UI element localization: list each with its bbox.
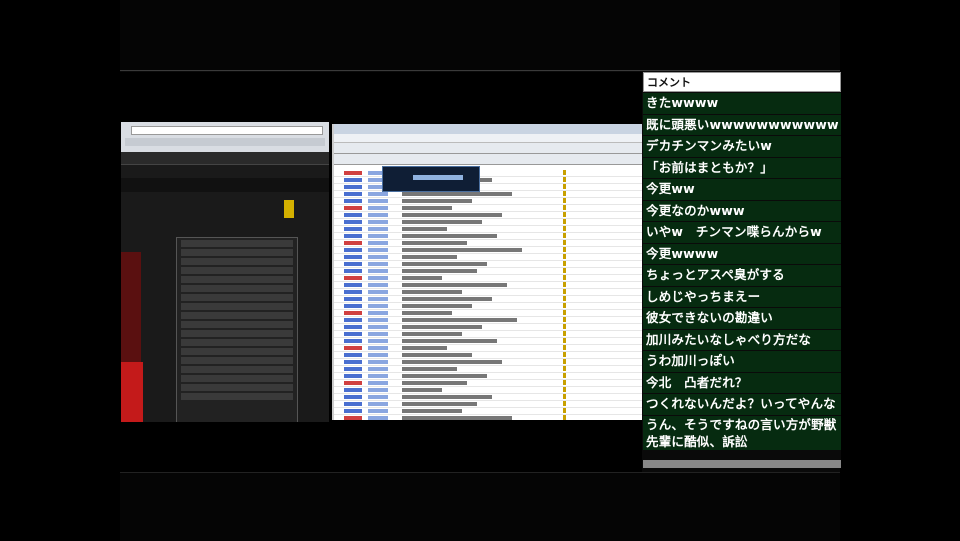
log-row	[334, 345, 642, 352]
log-row	[334, 415, 642, 420]
log-row	[334, 212, 642, 219]
comment-item: しめじやっちまえー	[643, 286, 841, 307]
comment-item: うわ加川っぽい	[643, 351, 841, 372]
left-yellow-badge	[284, 200, 294, 218]
comment-panel: コメント きたwwww 既に頭悪いwwwwwwwwwww デカチンマンみたいw …	[643, 72, 841, 468]
log-row	[334, 331, 642, 338]
user-popup	[382, 166, 480, 192]
comment-item: つくれないんだよ？いってやんな	[643, 394, 841, 415]
left-tab-strip	[125, 138, 325, 146]
comment-panel-header: コメント	[643, 72, 841, 92]
log-row	[334, 373, 642, 380]
bottom-letterbox	[120, 472, 840, 541]
comment-item: ちょっとアスペ臭がする	[643, 265, 841, 286]
comment-item: デカチンマンみたいw	[643, 136, 841, 157]
log-row	[334, 205, 642, 212]
log-row	[334, 408, 642, 415]
right-title-bar	[334, 124, 642, 134]
right-menu-bar	[334, 134, 642, 143]
log-row	[334, 359, 642, 366]
log-row	[334, 275, 642, 282]
right-browser-window	[332, 124, 642, 420]
stream-video	[120, 72, 642, 472]
log-row	[334, 184, 642, 191]
log-row	[334, 303, 642, 310]
left-toolbar	[121, 152, 329, 165]
comment-item: 今更なのかwww	[643, 200, 841, 221]
comment-item: 今更ww	[643, 179, 841, 200]
comment-item: 今更wwww	[643, 243, 841, 264]
comment-item: 彼女できないの勘違い	[643, 308, 841, 329]
comment-list[interactable]: きたwwww 既に頭悪いwwwwwwwwwww デカチンマンみたいw 「お前はま…	[643, 93, 841, 450]
log-row	[334, 233, 642, 240]
left-browser-window	[121, 122, 329, 422]
log-row	[334, 247, 642, 254]
left-browser-chrome	[121, 122, 329, 153]
log-row	[334, 226, 642, 233]
comment-item: 既に頭悪いwwwwwwwwwww	[643, 114, 841, 135]
log-row	[334, 394, 642, 401]
log-row	[334, 310, 642, 317]
comment-scrollbar[interactable]	[643, 460, 841, 468]
log-row	[334, 219, 642, 226]
log-row	[334, 366, 642, 373]
comment-item: 今北 凸者だれ？	[643, 372, 841, 393]
top-letterbox	[120, 0, 840, 71]
log-row	[334, 198, 642, 205]
left-address-bar	[131, 126, 323, 135]
comment-item: 「お前はまともか？」	[643, 157, 841, 178]
log-row	[334, 338, 642, 345]
log-row	[334, 191, 642, 198]
log-row	[334, 352, 642, 359]
log-row	[334, 380, 642, 387]
log-row	[334, 296, 642, 303]
comment-item: きたwwww	[643, 93, 841, 114]
right-toolbar	[334, 154, 642, 165]
log-row	[334, 317, 642, 324]
log-row	[334, 177, 642, 184]
right-address-bar	[334, 143, 642, 154]
log-row	[334, 387, 642, 394]
log-row	[334, 240, 642, 247]
comment-item: うん、そうですねの言い方が野獣先輩に酷似、訴訟	[643, 415, 841, 450]
log-row	[334, 401, 642, 408]
left-red-block	[121, 362, 143, 422]
comment-log-table	[334, 170, 642, 420]
log-row	[334, 170, 642, 177]
left-settings-panel	[176, 237, 298, 422]
log-row	[334, 268, 642, 275]
log-row	[334, 282, 642, 289]
comment-item: 加川みたいなしゃべり方だな	[643, 329, 841, 350]
log-row	[334, 324, 642, 331]
comment-item: いやw チンマン喋らんからw	[643, 222, 841, 243]
log-row	[334, 261, 642, 268]
log-row	[334, 289, 642, 296]
log-row	[334, 254, 642, 261]
left-subbar	[121, 178, 329, 192]
